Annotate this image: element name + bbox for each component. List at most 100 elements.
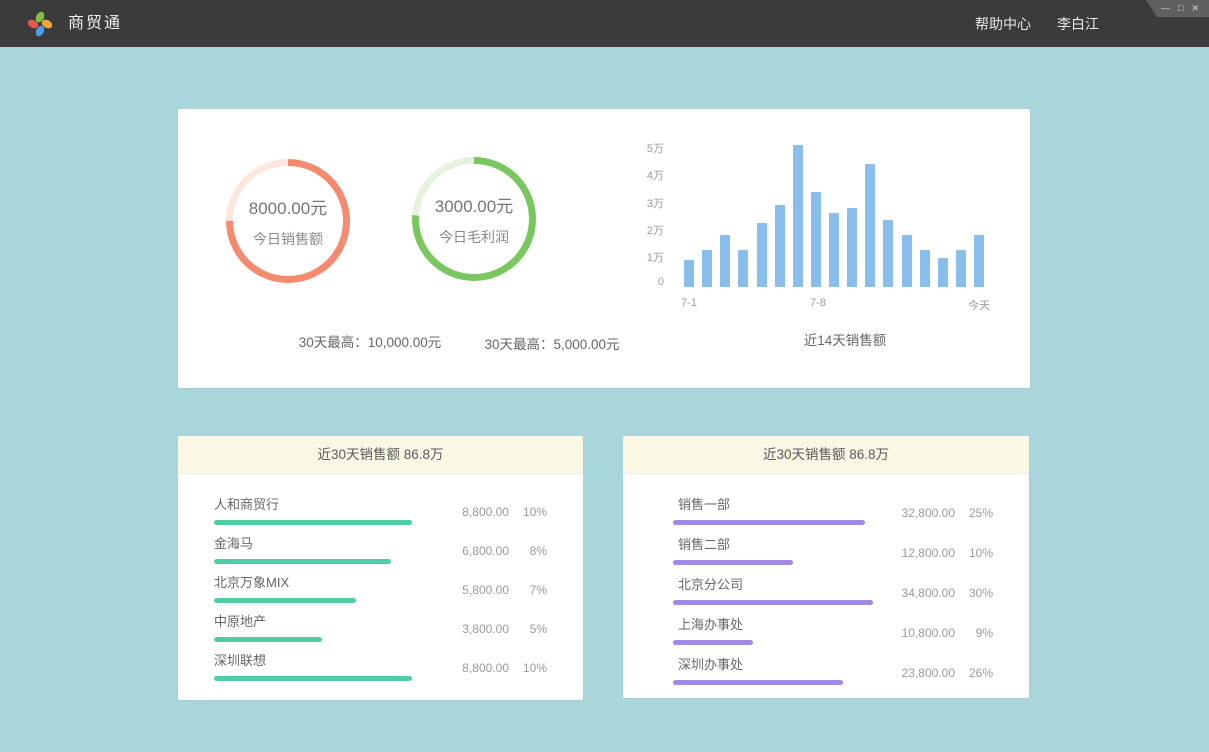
profit-30day-max: 30天最高：5,000.00元 [452, 333, 652, 353]
column-bar [738, 250, 748, 287]
bar-group [684, 134, 984, 287]
column-bar [847, 208, 857, 287]
column-bar [811, 192, 821, 288]
sales-amount: 3,800.00 [447, 622, 509, 636]
sales-row: 销售一部 32,800.00 25% [673, 486, 993, 526]
sales-percent: 8% [521, 544, 547, 558]
sales-amount-bar [673, 600, 873, 605]
sales-30day-max: 30天最高：10,000.00元 [270, 331, 470, 351]
sales-row: 北京分公司 34,800.00 30% [673, 566, 993, 606]
sales-amount-bar [673, 520, 865, 525]
sales-values: 23,800.00 26% [893, 666, 993, 680]
appbar-nav: 帮助中心 李白江 [975, 0, 1099, 47]
sales-amount: 23,800.00 [893, 666, 955, 680]
sales-values: 8,800.00 10% [447, 661, 547, 675]
app-title: 商贸通 [68, 0, 122, 47]
today-sales-label: 今日销售额 [253, 229, 323, 249]
app-header: 商贸通 帮助中心 李白江 — □ ✕ [0, 0, 1209, 47]
department-row-list: 销售一部 32,800.00 25% 销售二部 12,800.00 10% 北京… [623, 474, 1029, 686]
window-controls: — □ ✕ [1146, 0, 1209, 17]
sales-values: 8,800.00 10% [447, 505, 547, 519]
y-axis-tick: 3万 [642, 195, 664, 211]
sales-amount-bar [673, 560, 793, 565]
departments-sales-card: 近30天销售额 86.8万 销售一部 32,800.00 25% 销售二部 12… [623, 436, 1029, 698]
card-title: 近30天销售额 86.8万 [623, 436, 1029, 474]
sales-percent: 30% [967, 586, 993, 600]
help-center-link[interactable]: 帮助中心 [975, 14, 1031, 34]
pinwheel-logo-icon [26, 10, 54, 38]
column-bar [775, 205, 785, 287]
sales-row: 人和商贸行 8,800.00 10% [214, 486, 547, 525]
sales-amount: 5,800.00 [447, 583, 509, 597]
sales-percent: 10% [521, 505, 547, 519]
sales-amount: 8,800.00 [447, 661, 509, 675]
today-profit-label: 今日毛利润 [439, 227, 509, 247]
sales-values: 10,800.00 9% [893, 626, 993, 640]
x-axis-label: 今天 [968, 297, 990, 313]
column-bar [938, 258, 948, 287]
sales-values: 32,800.00 25% [893, 506, 993, 520]
column-bar [974, 235, 984, 287]
sales-amount: 12,800.00 [893, 546, 955, 560]
column-bar [920, 250, 930, 287]
today-profit-donut: 3000.00元 今日毛利润 [412, 157, 536, 281]
y-axis-tick: 2万 [642, 222, 664, 238]
sales-14day-bar-chart: 5万 4万 3万 2万 1万 0 7-1 7-8 今天 近14天销售额 [642, 134, 1012, 369]
column-bar [902, 235, 912, 287]
sales-amount: 10,800.00 [893, 626, 955, 640]
sales-percent: 5% [521, 622, 547, 636]
today-sales-donut-center: 8000.00元 今日销售额 [233, 166, 343, 276]
column-bar [702, 250, 712, 287]
user-menu[interactable]: 李白江 [1057, 14, 1099, 34]
sales-percent: 10% [967, 546, 993, 560]
customers-sales-card: 近30天销售额 86.8万 人和商贸行 8,800.00 10% 金海马 6,8… [178, 436, 583, 700]
sales-amount: 32,800.00 [893, 506, 955, 520]
today-profit-value: 3000.00元 [435, 192, 513, 217]
column-bar [865, 164, 875, 287]
column-bar [829, 213, 839, 287]
minimize-icon[interactable]: — [1161, 0, 1170, 17]
sales-percent: 7% [521, 583, 547, 597]
x-axis-label: 7-8 [810, 297, 826, 309]
column-bar [956, 250, 966, 287]
card-title: 近30天销售额 86.8万 [178, 436, 583, 474]
today-sales-value: 8000.00元 [249, 194, 327, 219]
sales-amount: 6,800.00 [447, 544, 509, 558]
sales-values: 12,800.00 10% [893, 546, 993, 560]
y-axis-tick: 0 [642, 276, 664, 288]
sales-percent: 25% [967, 506, 993, 520]
sales-percent: 10% [521, 661, 547, 675]
sales-row: 深圳联想 8,800.00 10% [214, 642, 547, 681]
sales-row: 深圳办事处 23,800.00 26% [673, 646, 993, 686]
sales-amount: 8,800.00 [447, 505, 509, 519]
column-bar [684, 260, 694, 287]
sales-percent: 26% [967, 666, 993, 680]
sales-values: 6,800.00 8% [447, 544, 547, 558]
close-icon[interactable]: ✕ [1191, 0, 1199, 17]
y-axis-tick: 4万 [642, 167, 664, 183]
sales-amount-bar [214, 676, 412, 681]
overview-card: 8000.00元 今日销售额 30天最高：10,000.00元 3000.00元… [178, 109, 1030, 388]
column-bar [757, 223, 767, 287]
y-axis-tick: 1万 [642, 249, 664, 265]
maximize-icon[interactable]: □ [1178, 0, 1183, 17]
sales-values: 34,800.00 30% [893, 586, 993, 600]
chart-title: 近14天销售额 [685, 329, 1005, 349]
today-sales-donut: 8000.00元 今日销售额 [226, 159, 350, 283]
x-axis-label: 7-1 [681, 297, 697, 309]
y-axis-tick: 5万 [642, 140, 664, 156]
column-bar [793, 145, 803, 287]
sales-values: 5,800.00 7% [447, 583, 547, 597]
sales-row: 金海马 6,800.00 8% [214, 525, 547, 564]
sales-percent: 9% [967, 626, 993, 640]
sales-amount: 34,800.00 [893, 586, 955, 600]
sales-amount-bar [673, 640, 753, 645]
column-bar [883, 220, 893, 287]
today-profit-donut-center: 3000.00元 今日毛利润 [419, 164, 529, 274]
customer-row-list: 人和商贸行 8,800.00 10% 金海马 6,800.00 8% 北京万象M… [178, 474, 583, 681]
sales-row: 销售二部 12,800.00 10% [673, 526, 993, 566]
sales-amount-bar [673, 680, 843, 685]
sales-values: 3,800.00 5% [447, 622, 547, 636]
column-bar [720, 235, 730, 287]
sales-row: 中原地产 3,800.00 5% [214, 603, 547, 642]
